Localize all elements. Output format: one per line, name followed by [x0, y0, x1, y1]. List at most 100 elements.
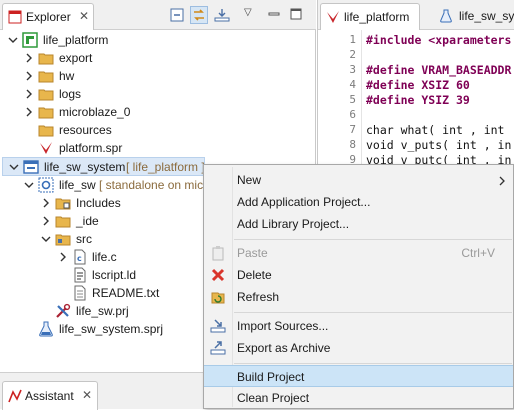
collapsed-chevron-icon[interactable] — [24, 53, 34, 63]
c-file-icon: c — [72, 249, 88, 265]
system-project-icon — [23, 159, 39, 175]
folder-icon — [38, 68, 54, 84]
menu-item-label: Clean Project — [237, 391, 310, 405]
code-line[interactable]: void v_puts( int , in — [366, 138, 511, 152]
collapsed-chevron-icon[interactable] — [58, 252, 68, 262]
collapsed-chevron-icon[interactable] — [24, 107, 34, 117]
menu-item-add-library-project[interactable]: Add Library Project... — [204, 213, 513, 235]
menu-item-new[interactable]: New — [204, 169, 513, 191]
collapsed-chevron-icon[interactable] — [24, 89, 34, 99]
minimize-icon[interactable] — [266, 6, 284, 24]
folder-icon — [38, 86, 54, 102]
submenu-arrow-icon — [499, 175, 505, 189]
menu-item-label: Import Sources... — [237, 319, 329, 333]
tab-assistant[interactable]: Assistant ✕ — [2, 381, 98, 410]
menu-item-build-project[interactable]: Build Project — [204, 365, 513, 387]
assistant-icon — [8, 389, 22, 406]
menu-separator — [234, 239, 512, 240]
menu-item-import-sources[interactable]: Import Sources... — [204, 315, 513, 337]
folder-icon — [38, 122, 54, 138]
expanded-chevron-icon[interactable] — [24, 180, 34, 190]
menu-item-paste[interactable]: Paste Ctrl+V — [204, 242, 513, 264]
tree-item-life-sw-system[interactable]: life_sw_system [ life_platform ] — [2, 157, 205, 176]
collapsed-chevron-icon[interactable] — [24, 71, 34, 81]
system-project-file-icon — [38, 321, 54, 337]
menu-item-add-application-project[interactable]: Add Application Project... — [204, 191, 513, 213]
editor-tabbar: life_platform life_sw_sys — [318, 0, 514, 30]
view-menu-icon[interactable]: ▽ — [244, 7, 262, 25]
svg-text:c: c — [77, 254, 82, 263]
project-settings-icon — [55, 303, 71, 319]
menu-item-refresh[interactable]: Refresh — [204, 286, 513, 308]
tab-assistant-label: Assistant — [25, 389, 74, 403]
close-icon[interactable]: ✕ — [82, 388, 92, 402]
expanded-chevron-icon[interactable] — [8, 35, 18, 45]
code-line[interactable]: #define YSIZ 39 — [366, 93, 470, 107]
tree-item-export[interactable]: export — [0, 49, 316, 67]
tab-label: life_platform — [344, 10, 410, 24]
menu-item-label: Paste — [237, 246, 268, 260]
tree-item-label: README.txt — [92, 286, 160, 300]
filter-icon[interactable] — [213, 6, 231, 24]
folder-icon — [38, 104, 54, 120]
folder-icon — [55, 213, 71, 229]
linker-script-icon — [72, 267, 88, 283]
line-number: 7 — [349, 123, 356, 136]
collapse-all-icon[interactable] — [168, 6, 186, 24]
menu-item-clean-project[interactable]: Clean Project — [204, 387, 513, 409]
tree-item-label: life_sw.prj — [76, 304, 129, 318]
tree-item-label: export — [59, 51, 93, 65]
tree-item-microblaze[interactable]: microblaze_0 — [0, 103, 316, 121]
tree-item-label: platform.spr — [59, 141, 123, 155]
tree-item-label: microblaze_0 — [59, 105, 131, 119]
tab-explorer[interactable]: Explorer ✕ — [2, 3, 94, 30]
maximize-icon[interactable] — [288, 6, 306, 24]
collapsed-chevron-icon[interactable] — [41, 198, 51, 208]
export-icon — [210, 340, 226, 356]
menu-item-export-as-archive[interactable]: Export as Archive — [204, 337, 513, 359]
code-line[interactable]: #include <xparameters — [366, 33, 511, 47]
explorer-tabbar: Explorer ✕ ▽ — [0, 0, 316, 30]
tree-item-life-platform[interactable]: life_platform — [0, 31, 316, 49]
close-icon[interactable]: ✕ — [79, 9, 89, 23]
tab-label: life_sw_sys — [459, 9, 514, 23]
link-with-editor-icon[interactable] — [190, 6, 208, 24]
menu-item-shortcut: Ctrl+V — [461, 246, 495, 260]
expanded-chevron-icon[interactable] — [41, 234, 51, 244]
tree-item-label: src — [76, 232, 92, 246]
line-number: 2 — [349, 48, 356, 61]
tab-life-platform[interactable]: life_platform — [320, 3, 420, 30]
tree-item-resources[interactable]: resources — [0, 121, 316, 139]
tree-item-label: life_sw — [59, 178, 96, 192]
tree-item-label: life.c — [92, 250, 117, 264]
tree-item-label: resources — [59, 123, 112, 137]
source-folder-icon — [55, 231, 71, 247]
menu-item-label: Export as Archive — [237, 341, 331, 355]
tree-item-decoration: [ life_platform ] — [126, 160, 205, 174]
menu-separator — [234, 312, 512, 313]
delete-icon — [210, 267, 226, 283]
system-project-file-icon — [439, 9, 453, 26]
tree-item-platform-spr[interactable]: platform.spr — [0, 139, 316, 157]
tree-item-label: Includes — [76, 196, 121, 210]
collapsed-chevron-icon[interactable] — [41, 216, 51, 226]
tree-item-label: life_sw_system.sprj — [59, 322, 164, 336]
menu-item-delete[interactable]: Delete — [204, 264, 513, 286]
tree-item-label: lscript.ld — [92, 268, 137, 282]
xilinx-file-icon — [326, 10, 340, 27]
tree-item-logs[interactable]: logs — [0, 85, 316, 103]
menu-item-label: Refresh — [237, 290, 280, 304]
application-project-icon — [38, 177, 54, 193]
code-line[interactable]: char what( int , int — [366, 123, 504, 137]
tab-life-sw-system[interactable]: life_sw_sys — [435, 3, 514, 30]
tree-item-label: hw — [59, 69, 75, 83]
folder-icon — [38, 50, 54, 66]
context-menu: New Add Application Project... Add Libra… — [203, 164, 514, 409]
code-line[interactable]: #define XSIZ 60 — [366, 78, 470, 92]
expanded-chevron-icon[interactable] — [9, 162, 19, 172]
code-line[interactable]: #define VRAM_BASEADDR — [366, 63, 511, 77]
tree-item-label: logs — [59, 87, 82, 101]
tab-explorer-label: Explorer — [26, 10, 71, 24]
refresh-icon — [210, 289, 226, 305]
tree-item-hw[interactable]: hw — [0, 67, 316, 85]
